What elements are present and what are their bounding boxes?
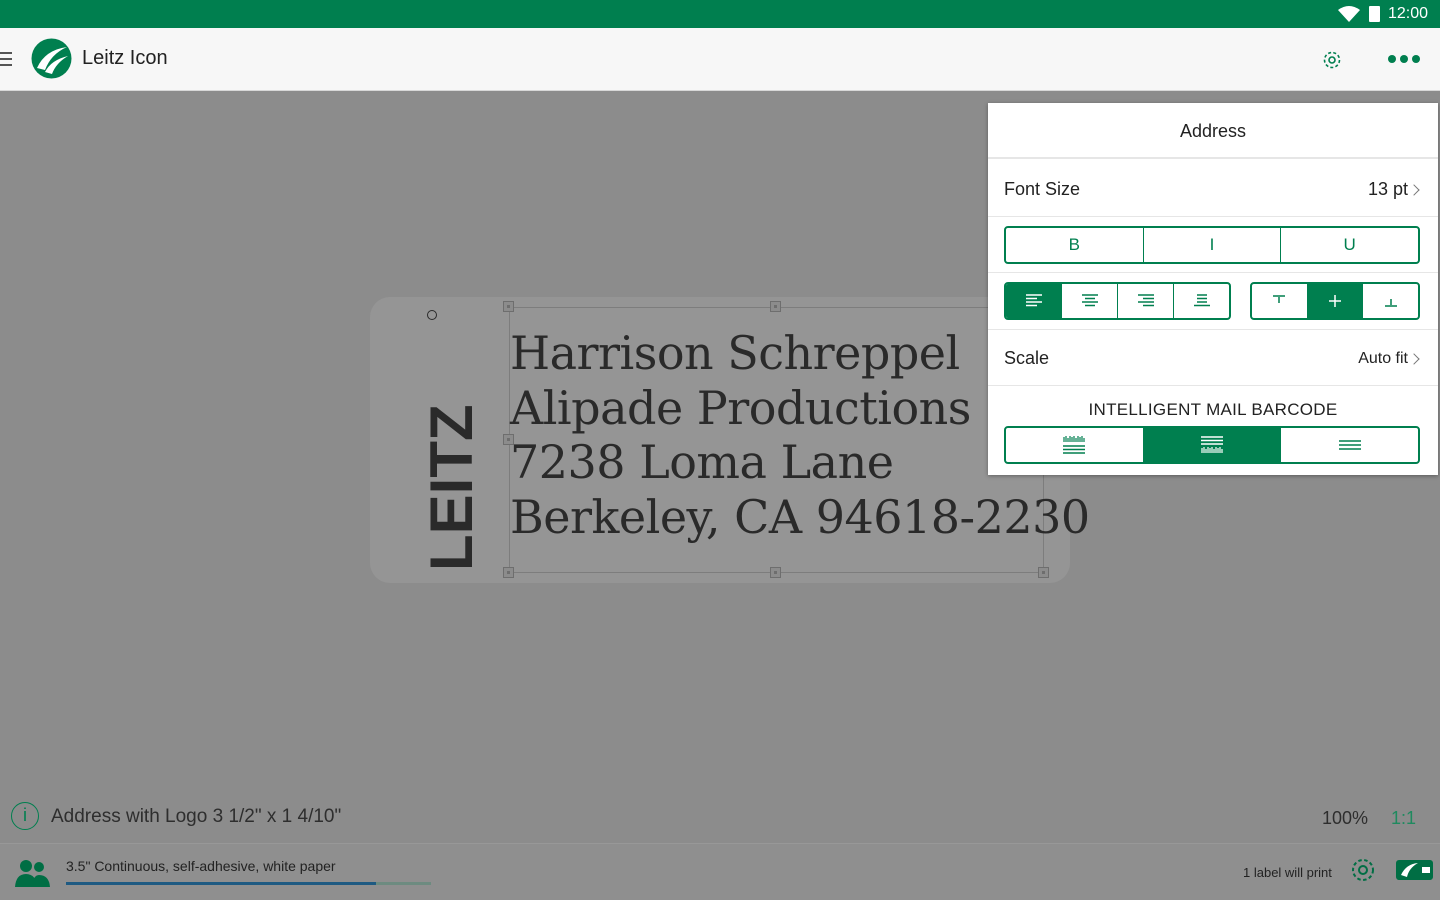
resize-handle-top-left[interactable] (503, 301, 514, 312)
media-level-fill (66, 882, 377, 885)
users-icon[interactable] (14, 858, 52, 888)
align-center-icon[interactable] (1061, 284, 1117, 318)
barcode-position-group (1004, 426, 1420, 464)
resize-handle-top[interactable] (770, 301, 781, 312)
info-icon[interactable]: i (11, 802, 39, 830)
underline-button[interactable]: U (1280, 228, 1418, 262)
no-barcode-icon[interactable] (1280, 428, 1418, 462)
resize-handle-bottom-right[interactable] (1038, 567, 1049, 578)
scale-label: Scale (1004, 348, 1050, 368)
barcode-below-text-icon[interactable] (1142, 428, 1281, 462)
align-top-icon[interactable] (1252, 284, 1307, 318)
bold-button[interactable]: B (1006, 228, 1143, 262)
align-right-icon[interactable] (1117, 284, 1173, 318)
barcode-above-text-icon[interactable] (1006, 428, 1143, 462)
zoom-level[interactable]: 100% (1322, 808, 1368, 829)
status-bar: 12:00 (0, 0, 1440, 28)
font-size-row[interactable]: Font Size 13 pt (988, 161, 1438, 217)
text-style-group: B I U (1004, 226, 1420, 264)
more-options-icon[interactable] (1388, 55, 1420, 63)
status-time: 12:00 (1387, 5, 1428, 22)
hamburger-menu-icon[interactable] (0, 52, 12, 66)
status-icons: 12:00 (1337, 0, 1428, 28)
align-middle-icon[interactable] (1306, 284, 1363, 318)
app-bar: Leitz Icon (0, 28, 1440, 91)
alignment-row (988, 273, 1438, 330)
resize-handle-bottom-left[interactable] (503, 567, 514, 578)
scale-row[interactable]: Scale Auto fit (988, 330, 1438, 386)
barcode-section-title: INTELLIGENT MAIL BARCODE (1088, 400, 1338, 419)
scale-value: Auto fit (1358, 350, 1408, 367)
panel-title: Address (988, 103, 1438, 159)
template-name: Address with Logo 3 1/2" x 1 4/10" (51, 806, 342, 827)
align-left-icon[interactable] (1006, 284, 1061, 318)
app-title: Leitz Icon (82, 47, 168, 69)
print-settings-gear-icon[interactable] (1349, 856, 1377, 884)
battery-icon (1368, 6, 1380, 22)
print-icon[interactable] (1396, 858, 1433, 882)
actual-size-ratio[interactable]: 1:1 (1391, 808, 1416, 829)
settings-gear-icon[interactable] (1320, 48, 1344, 72)
media-level-bar (66, 882, 431, 885)
horizontal-align-group (1004, 282, 1231, 320)
align-justify-icon[interactable] (1173, 284, 1229, 318)
font-size-label: Font Size (1004, 179, 1081, 199)
label-logo-image[interactable]: LEITZ (422, 305, 482, 575)
resize-handle-bottom[interactable] (770, 567, 781, 578)
address-line: Berkeley, CA 94618-2230 (510, 489, 1090, 544)
wifi-icon (1337, 6, 1360, 22)
media-description: 3.5" Continuous, self-adhesive, white pa… (66, 858, 336, 874)
text-properties-panel: Address Font Size 13 pt B I U Scale Auto… (988, 103, 1438, 475)
text-style-row: B I U (988, 217, 1438, 273)
chevron-right-icon (1408, 184, 1420, 196)
chevron-right-icon (1408, 353, 1420, 365)
align-bottom-icon[interactable] (1362, 284, 1418, 318)
vertical-align-group (1250, 282, 1420, 320)
print-count: 1 label will print (1243, 865, 1332, 880)
label-logo-text: LEITZ (422, 404, 482, 571)
leitz-logo-icon (31, 38, 72, 79)
italic-button[interactable]: I (1142, 228, 1281, 262)
font-size-value: 13 pt (1367, 179, 1408, 199)
